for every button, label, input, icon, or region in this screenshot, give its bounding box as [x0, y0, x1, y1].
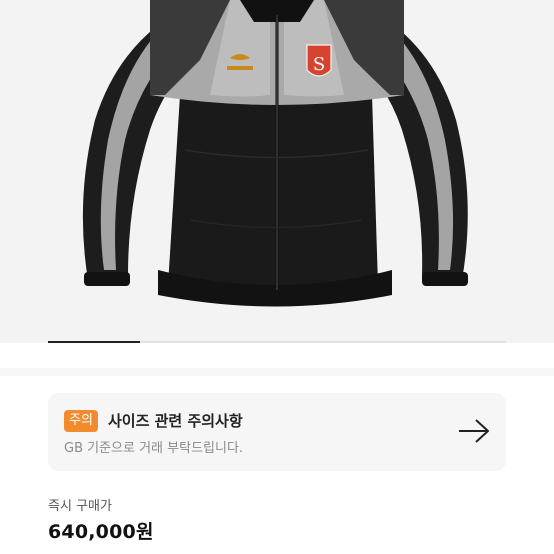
jacket-illustration: S — [82, 0, 468, 307]
emblem-letter: S — [313, 54, 325, 75]
notice-badge: 주의 — [64, 410, 98, 432]
price-value: 640,000원 — [48, 521, 154, 543]
carousel-indicator — [48, 341, 506, 343]
notice-description: GB 기준으로 거래 부탁드립니다. — [64, 441, 244, 456]
notice-title: 사이즈 관련 주의사항 — [108, 412, 243, 430]
arrow-right-icon[interactable] — [456, 417, 492, 445]
section-divider — [0, 368, 554, 376]
size-notice-card[interactable]: 주의 사이즈 관련 주의사항 GB 기준으로 거래 부탁드립니다. — [48, 393, 506, 471]
product-image[interactable]: S — [0, 0, 554, 343]
price-label: 즉시 구매가 — [48, 499, 112, 514]
carousel-indicator-fill — [48, 341, 140, 343]
